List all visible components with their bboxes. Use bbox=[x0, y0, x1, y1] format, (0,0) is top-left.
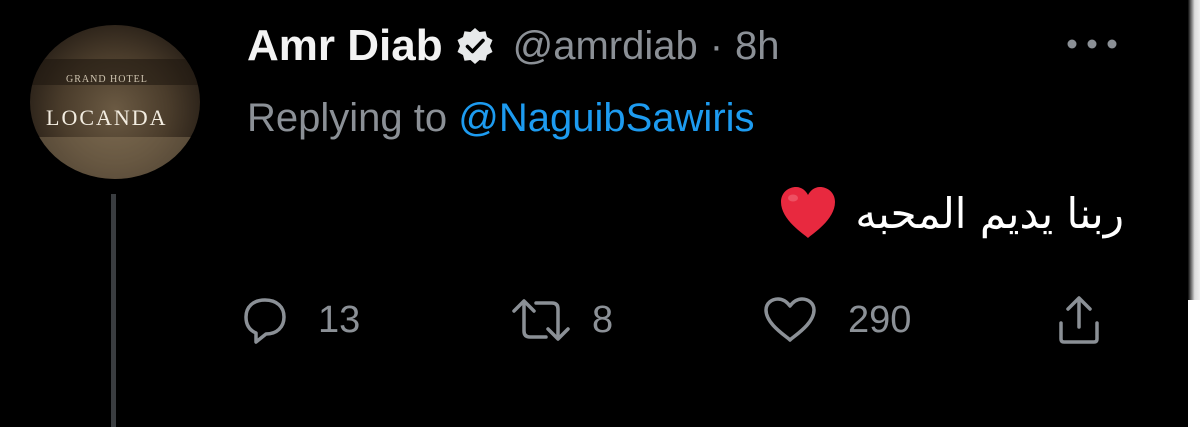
more-icon[interactable] bbox=[1062, 34, 1122, 54]
tweet-text: ربنا يديم المحبه bbox=[777, 184, 1124, 242]
like-count: 290 bbox=[848, 298, 912, 341]
thread-line bbox=[111, 194, 116, 427]
retweet-button[interactable]: 8 bbox=[510, 285, 613, 355]
reply-icon bbox=[242, 294, 288, 346]
reply-count: 13 bbox=[318, 298, 361, 341]
tweet-timestamp[interactable]: 8h bbox=[735, 24, 780, 69]
page-edge-notch bbox=[1188, 300, 1200, 427]
like-button[interactable]: 290 bbox=[762, 285, 911, 355]
replying-to-label: Replying to bbox=[247, 96, 448, 140]
verified-badge-icon bbox=[455, 26, 495, 66]
tweet-text-content: ربنا يديم المحبه bbox=[855, 188, 1124, 238]
author-handle[interactable]: @amrdiab bbox=[513, 24, 698, 69]
retweet-icon bbox=[510, 295, 572, 345]
red-heart-emoji-icon bbox=[777, 184, 839, 242]
retweet-count: 8 bbox=[592, 298, 614, 341]
separator-dot: · bbox=[709, 23, 724, 68]
replying-to-mention[interactable]: @NaguibSawiris bbox=[458, 96, 754, 140]
tweet[interactable]: GRAND HOTEL LOCANDA Amr Diab @amrdiab · … bbox=[0, 0, 1188, 427]
share-button[interactable] bbox=[1056, 285, 1102, 355]
share-icon bbox=[1056, 293, 1102, 347]
avatar-logo-small: GRAND HOTEL bbox=[66, 74, 148, 85]
author-display-name[interactable]: Amr Diab bbox=[247, 21, 443, 71]
page-edge bbox=[1188, 0, 1200, 427]
avatar-shade bbox=[30, 137, 200, 179]
avatar-logo-text: LOCANDA bbox=[46, 105, 168, 130]
reply-button[interactable]: 13 bbox=[242, 285, 360, 355]
like-icon bbox=[762, 295, 818, 345]
tweet-actions: 13 8 290 bbox=[242, 285, 1132, 355]
replying-to-line: Replying to @NaguibSawiris bbox=[247, 96, 755, 141]
avatar[interactable]: GRAND HOTEL LOCANDA bbox=[30, 25, 200, 179]
tweet-header: Amr Diab @amrdiab · 8h bbox=[247, 18, 780, 74]
